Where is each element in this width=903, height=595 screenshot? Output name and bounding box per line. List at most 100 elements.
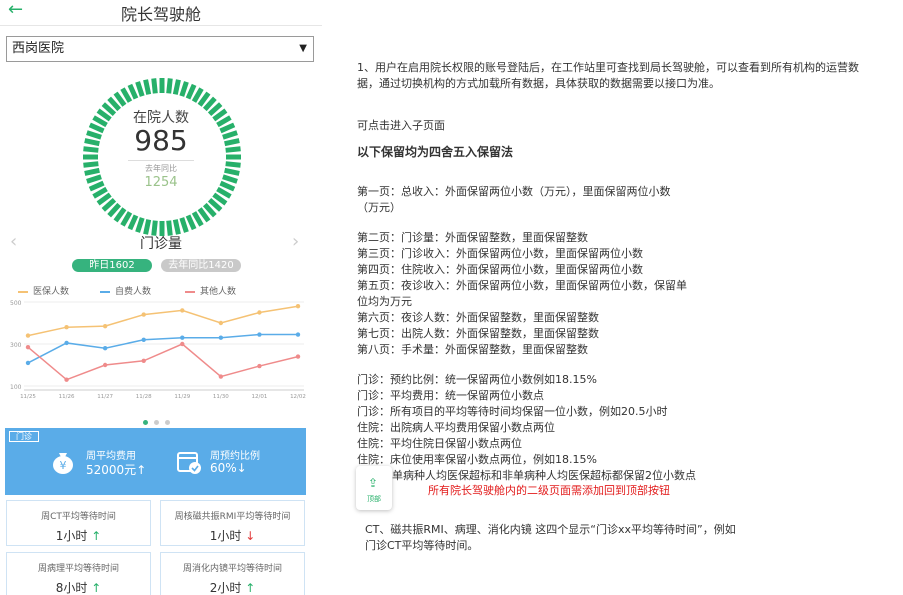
data-point[interactable] <box>295 304 301 309</box>
data-point[interactable] <box>25 344 31 350</box>
svg-text:¥: ¥ <box>60 459 67 472</box>
gauge-tick <box>179 81 189 97</box>
hospital-select[interactable]: 西岗医院 ▼ <box>6 36 314 62</box>
data-point[interactable] <box>295 354 301 359</box>
tile-label: 周核磁共振RMI平均等待时间 <box>174 512 291 522</box>
tile-ct-wait[interactable]: 周CT平均等待时间 1小时 ↑ <box>6 500 151 546</box>
screen: ← 院长驾驶舱 西岗医院 ▼ 在院人数 985 去年同比 1254 ‹ 门诊量 … <box>0 0 903 595</box>
series-line <box>27 333 298 364</box>
tile-value: 2小时 ↑ <box>161 579 304 595</box>
page-dot[interactable] <box>165 420 170 425</box>
gauge-tick <box>172 79 181 95</box>
trend-down-icon: ↓ <box>236 461 247 475</box>
note-line: 第八页：手术量：外面保留整数，里面保留整数 <box>357 343 588 356</box>
back-to-top-label: 顶部 <box>367 495 381 503</box>
note-line: 住院：出院病人平均费用保留小数点两位 <box>357 421 555 434</box>
money-bag-icon: ¥ <box>53 453 73 474</box>
tile-endoscopy-wait[interactable]: 周消化内镜平均等待时间 2小时 ↑ <box>160 552 305 595</box>
calendar-check-icon <box>177 452 201 474</box>
gauge-tick <box>185 83 197 100</box>
tile-label: 周CT平均等待时间 <box>41 512 116 522</box>
trend-up-icon: ↑ <box>245 581 256 595</box>
y-tick-label: 300 <box>10 342 22 349</box>
data-point[interactable] <box>180 341 185 347</box>
gauge-tick <box>166 78 173 94</box>
note-line: 门诊：预约比例：统一保留两位小数例如18.15% <box>357 373 597 386</box>
tile-pathology-wait[interactable]: 周病理平均等待时间 8小时 ↑ <box>6 552 151 595</box>
tile-amount: 1小时 <box>55 529 88 543</box>
data-point[interactable] <box>64 325 69 330</box>
outpatient-line-chart: 100 300 500 11/25 11/26 11/27 11/28 11/29 11/30 1… <box>10 300 306 400</box>
note-line: 1、用户在启用院长权限的账号登陆后，在工作站里可查找到局长驾驶舱，可以查看到所有… <box>357 61 859 74</box>
inpatient-gauge <box>83 78 241 236</box>
data-point[interactable] <box>25 360 31 366</box>
data-point[interactable] <box>257 310 262 315</box>
note-heading: 以下保留均为四舍五入保留法 <box>357 145 514 159</box>
legend-swatch <box>100 290 110 293</box>
data-point[interactable] <box>64 340 69 346</box>
note-line: 位均为万元 <box>357 295 412 308</box>
data-point[interactable] <box>295 332 301 337</box>
gauge-value: 985 <box>134 124 188 157</box>
data-point[interactable] <box>141 337 146 342</box>
note-line: 第七页：出院人数：外面保留整数，里面保留整数 <box>357 327 599 340</box>
page-dot[interactable] <box>154 420 159 425</box>
chevron-right-icon[interactable]: › <box>292 231 299 252</box>
note-line: 可点击进入子页面 <box>357 119 445 132</box>
data-point[interactable] <box>257 363 262 369</box>
note-line: 门诊：所有项目的平均等待时间均保留一位小数，例如20.5小时 <box>357 405 668 418</box>
data-point[interactable] <box>218 320 224 326</box>
trend-up-icon: ↑ <box>91 529 102 543</box>
data-point[interactable] <box>64 377 69 382</box>
data-point[interactable] <box>141 358 146 363</box>
gauge-tick <box>127 83 139 100</box>
data-point[interactable] <box>180 308 185 313</box>
tile-label: 周病理平均等待时间 <box>37 564 119 574</box>
back-to-top-button[interactable]: ⇪ 顶部 <box>356 466 392 510</box>
red-note: 所有院长驾驶舱内的二级页面需添加回到顶部按钮 <box>428 484 670 497</box>
x-tick-label: 11/30 <box>213 394 229 400</box>
appointment-ratio-value: 60%↓ <box>210 461 247 475</box>
note-line: 第二页：门诊量：外面保留整数，里面保留整数 <box>357 231 588 244</box>
note-line: （万元） <box>357 201 401 214</box>
avg-cost-value: 52000元↑ <box>86 461 146 478</box>
data-point[interactable] <box>180 335 185 340</box>
avg-cost-amount: 52000元 <box>86 463 137 477</box>
gauge-tick <box>120 87 133 103</box>
data-point[interactable] <box>218 335 224 340</box>
tile-value: 1小时 ↓ <box>161 527 304 544</box>
gauge-tick <box>191 211 204 227</box>
gauge-tick <box>179 217 189 233</box>
gauge-divider <box>128 160 194 161</box>
data-point[interactable] <box>218 374 224 379</box>
note-line: 第三页：门诊收入：外面保留两位小数，里面保留两位小数 <box>357 247 643 260</box>
legend-swatch <box>18 290 28 293</box>
note-line: 单病种人均医保超标和非单病种人均医保超标都保留2位小数点 <box>392 469 696 482</box>
data-point[interactable] <box>25 333 31 338</box>
section-header: ‹ 门诊量 › <box>0 231 322 253</box>
data-point[interactable] <box>102 323 108 329</box>
hospital-select-value: 西岗医院 <box>12 41 65 56</box>
page-dot[interactable] <box>143 420 148 425</box>
tile-amount: 1小时 <box>209 529 242 543</box>
data-point[interactable] <box>257 332 262 337</box>
avg-cost-label: 周平均费用 <box>86 451 136 462</box>
section-title: 门诊量 <box>140 236 182 252</box>
trend-up-icon: ↑ <box>136 463 147 477</box>
gauge-tick <box>92 186 108 199</box>
trend-down-icon: ↓ <box>245 529 256 543</box>
gauge-compare-label: 去年同比 <box>145 164 177 173</box>
gauge-tick <box>127 214 139 231</box>
data-point[interactable] <box>102 346 108 351</box>
note-line: 第四页：住院收入：外面保留两位小数，里面保留两位小数 <box>357 263 643 276</box>
y-tick-label: 500 <box>10 300 22 307</box>
data-point[interactable] <box>102 362 108 368</box>
yesterday-pill: 昨日1602 <box>72 259 152 272</box>
x-tick-label: 11/26 <box>59 394 75 400</box>
data-point[interactable] <box>141 312 146 317</box>
note-line: CT、磁共振RMI、病理、消化内镜 这四个显示“门诊xx平均等待时间”，例如 <box>365 523 736 536</box>
gauge-tick <box>191 87 204 103</box>
last-year-pill: 去年同比1420 <box>161 259 241 272</box>
tile-mri-wait[interactable]: 周核磁共振RMI平均等待时间 1小时 ↓ <box>160 500 305 546</box>
appointment-ratio-label: 周预约比例 <box>210 451 260 462</box>
